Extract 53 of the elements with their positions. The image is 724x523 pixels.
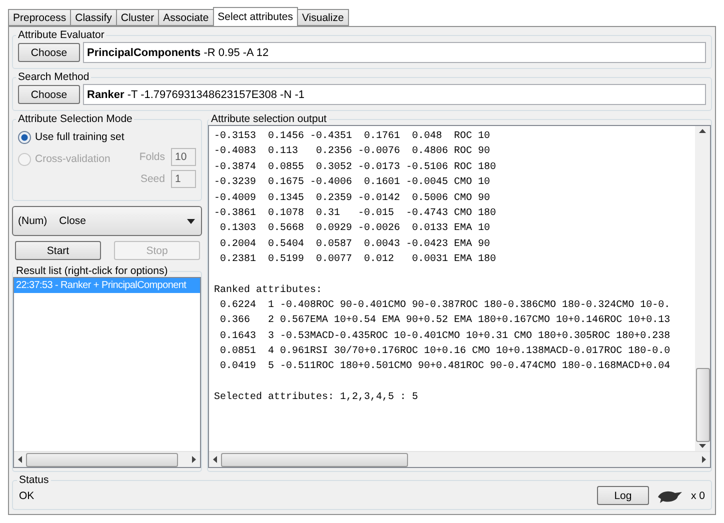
options-field[interactable]: Ranker -T -1.7976931348623157E308 -N -1 — [83, 84, 706, 105]
tab[interactable]: Classify — [70, 9, 117, 26]
options-field[interactable]: PrincipalComponents -R 0.95 -A 12 — [83, 42, 706, 63]
tab[interactable]: Associate — [158, 9, 214, 26]
output-line: Ranked attributes: — [214, 284, 324, 298]
group-title: Search Method — [17, 71, 90, 83]
output-line: -0.3874 0.0855 0.3052 -0.0173 -0.5106 ROC 180 — [214, 160, 498, 175]
output-line: -0.4009 0.1345 0.2359 -0.0142 0.5006 CMO 90 — [214, 192, 492, 206]
output-line: 0.1643 3 -0.53MACD-0.435ROC 10-0.401CMO 10+0.31 CMO 180+0.305ROC 180+0.238 — [219, 330, 672, 344]
radio-label: Cross-validation — [35, 153, 110, 165]
horizontal-scrollbar[interactable] — [14, 451, 200, 467]
scroll-thumb[interactable] — [696, 368, 710, 442]
choose-button[interactable]: Choose — [18, 85, 80, 104]
group-title: Status — [18, 474, 50, 486]
scroll-up-icon[interactable] — [699, 128, 706, 135]
scroll-right-icon[interactable] — [190, 456, 197, 463]
output-line: 0.0419 5 -0.511ROC 180+0.501CMO 90+0.481ROC 90-0.474CMO 180-0.168MACD+0.04 — [219, 360, 672, 374]
group-title: Result list (right-click for options) — [15, 265, 169, 277]
scroll-left-icon[interactable] — [212, 456, 219, 463]
log-button[interactable]: Log — [596, 486, 649, 505]
group-title: Attribute Selection Mode — [17, 113, 134, 125]
output-line: -0.3861 0.1078 0.31 -0.015 -0.4743 CMO 180 — [214, 206, 498, 221]
horizontal-scrollbar[interactable] — [209, 451, 710, 467]
output-line: -0.3239 0.1675 -0.4006 0.1601 -0.0045 CMO 10 — [214, 176, 492, 190]
task-count: x 0 — [690, 490, 705, 502]
output-line: 0.1303 0.5668 0.0929 -0.0026 0.0133 EMA 10 — [219, 222, 492, 236]
vertical-scrollbar[interactable] — [695, 126, 710, 451]
tab[interactable]: Cluster — [116, 9, 160, 26]
output-line: 0.6224 1 -0.408ROC 90-0.401CMO 90-0.387ROC 180-0.386CMO 180-0.324CMO 10-0. — [219, 298, 672, 313]
field-label: Seed — [140, 173, 165, 185]
field-label: Folds — [139, 151, 165, 163]
tab[interactable]: Visualize — [296, 9, 349, 26]
scroll-right-icon[interactable] — [700, 456, 707, 463]
output-line: 0.366 2 0.567EMA 10+0.54 EMA 90+0.52 EMA 180+0.167CMO 10+0.146ROC 10+0.13 — [219, 314, 672, 328]
attribute-name: Close — [59, 215, 88, 227]
group-title: Attribute Evaluator — [17, 29, 106, 41]
output-line: 0.2381 0.5199 0.0077 0.012 0.0031 EMA 180 — [219, 253, 498, 268]
tab[interactable]: Preprocess — [8, 9, 72, 26]
attribute-type: (Num) — [18, 215, 48, 227]
group-title: Attribute selection output — [210, 113, 328, 125]
run-button[interactable]: Start — [15, 241, 101, 260]
class-dropdown[interactable]: (Num) Close — [12, 206, 202, 236]
output-line: Selected attributes: 1,2,3,4,5 : 5 — [214, 390, 420, 405]
scroll-left-icon[interactable] — [17, 456, 24, 463]
output-line: -0.3153 0.1456 -0.4351 0.1761 0.048 ROC 10 — [214, 130, 492, 144]
output-line: -0.4083 0.113 0.2356 -0.0076 0.4806 ROC 90 — [214, 145, 492, 160]
choose-button[interactable]: Choose — [18, 43, 80, 62]
status-text: OK — [19, 490, 36, 502]
radio-button[interactable] — [18, 130, 31, 144]
radio-label: Use full training set — [35, 131, 124, 143]
dropdown-caret-icon — [187, 218, 195, 224]
output-line: 0.2004 0.5404 0.0587 0.0043 -0.0423 EMA 90 — [219, 238, 492, 252]
output-line: 0.0851 4 0.961RSI 30/70+0.176ROC 10+0.16 CMO 10+0.138MACD-0.017ROC 180-0.0 — [219, 344, 672, 360]
